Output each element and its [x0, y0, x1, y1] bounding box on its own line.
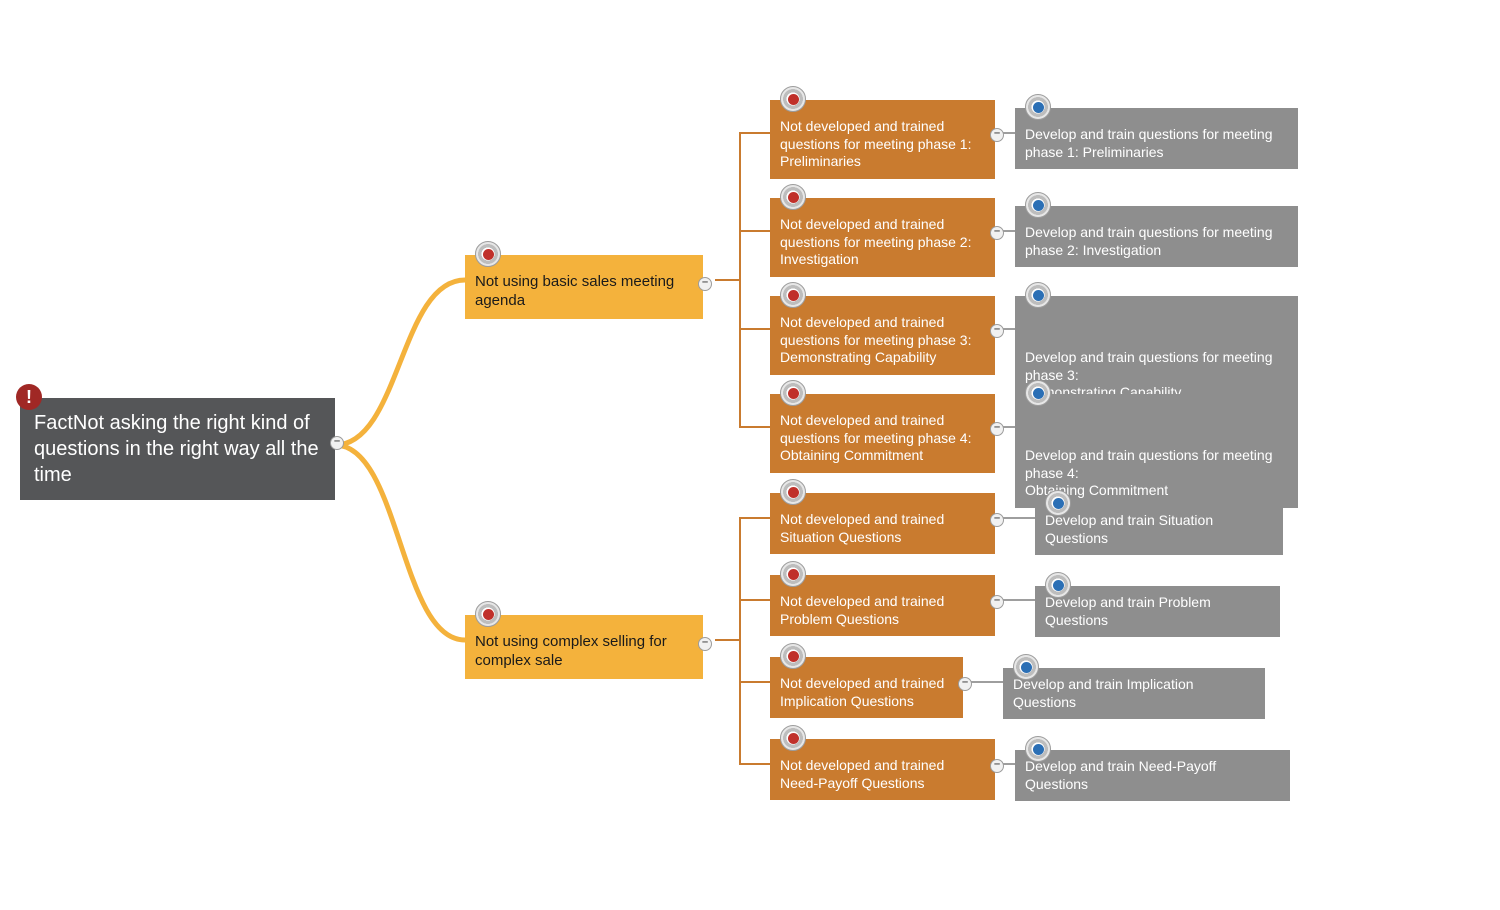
- collapse-toggle[interactable]: [990, 422, 1004, 436]
- leaf-label: Develop and train questions for meeting …: [1025, 224, 1272, 258]
- root-node[interactable]: ! FactNot asking the right kind of quest…: [20, 398, 335, 500]
- collapse-toggle[interactable]: [698, 277, 712, 291]
- subnode-label: Not developed and trained questions for …: [780, 216, 971, 267]
- blue-dot-icon: [1025, 94, 1051, 120]
- subnode[interactable]: Not developed and trained questions for …: [770, 100, 995, 179]
- branch-node-2[interactable]: Not using complex selling for complex sa…: [465, 615, 703, 679]
- leaf-label: Develop and train Need-Payoff Questions: [1025, 758, 1216, 792]
- leaf-label: Develop and train Implication Questions: [1013, 676, 1194, 710]
- root-label: FactNot asking the right kind of questio…: [34, 412, 319, 486]
- collapse-toggle[interactable]: [990, 128, 1004, 142]
- blue-dot-icon: [1025, 380, 1051, 406]
- collapse-toggle[interactable]: [990, 759, 1004, 773]
- branch-node-1[interactable]: Not using basic sales meeting agenda: [465, 255, 703, 319]
- red-dot-icon: [780, 479, 806, 505]
- collapse-toggle[interactable]: [990, 324, 1004, 338]
- red-dot-icon: [780, 282, 806, 308]
- subnode-label: Not developed and trained Implication Qu…: [780, 675, 944, 709]
- leaf-label: Develop and train questions for meeting …: [1025, 349, 1272, 400]
- blue-dot-icon: [1045, 490, 1071, 516]
- collapse-toggle[interactable]: [990, 513, 1004, 527]
- subnode-label: Not developed and trained questions for …: [780, 412, 971, 463]
- leaf-label: Develop and train Problem Questions: [1045, 594, 1211, 628]
- collapse-toggle[interactable]: [958, 677, 972, 691]
- collapse-toggle[interactable]: [990, 595, 1004, 609]
- blue-dot-icon: [1025, 282, 1051, 308]
- branch-1-label: Not using basic sales meeting agenda: [475, 273, 674, 309]
- leaf-label: Develop and train questions for meeting …: [1025, 126, 1272, 160]
- exclamation-icon: !: [16, 384, 42, 410]
- collapse-toggle[interactable]: [330, 436, 344, 450]
- blue-dot-icon: [1045, 572, 1071, 598]
- collapse-toggle[interactable]: [698, 637, 712, 651]
- collapse-toggle[interactable]: [990, 226, 1004, 240]
- subnode[interactable]: Not developed and trained Implication Qu…: [770, 657, 963, 718]
- blue-dot-icon: [1025, 736, 1051, 762]
- red-dot-icon: [780, 561, 806, 587]
- red-dot-icon: [780, 725, 806, 751]
- subnode-label: Not developed and trained questions for …: [780, 314, 971, 365]
- leaf-node[interactable]: Develop and train questions for meeting …: [1015, 108, 1298, 169]
- subnode-label: Not developed and trained questions for …: [780, 118, 971, 169]
- leaf-node[interactable]: Develop and train questions for meeting …: [1015, 296, 1298, 410]
- leaf-node[interactable]: Develop and train Need-Payoff Questions: [1015, 750, 1290, 801]
- red-dot-icon: [780, 86, 806, 112]
- subnode[interactable]: Not developed and trained Problem Questi…: [770, 575, 995, 636]
- blue-dot-icon: [1013, 654, 1039, 680]
- subnode[interactable]: Not developed and trained questions for …: [770, 198, 995, 277]
- subnode-label: Not developed and trained Need-Payoff Qu…: [780, 757, 944, 791]
- subnode[interactable]: Not developed and trained Situation Ques…: [770, 493, 995, 554]
- red-dot-icon: [780, 380, 806, 406]
- branch-2-label: Not using complex selling for complex sa…: [475, 633, 667, 669]
- red-dot-icon: [475, 241, 501, 267]
- leaf-node[interactable]: Develop and train Problem Questions: [1035, 586, 1280, 637]
- leaf-node[interactable]: Develop and train questions for meeting …: [1015, 206, 1298, 267]
- subnode[interactable]: Not developed and trained Need-Payoff Qu…: [770, 739, 995, 800]
- subnode-label: Not developed and trained Problem Questi…: [780, 593, 944, 627]
- red-dot-icon: [780, 643, 806, 669]
- subnode[interactable]: Not developed and trained questions for …: [770, 394, 995, 473]
- mindmap-canvas: ! FactNot asking the right kind of quest…: [0, 0, 1500, 910]
- blue-dot-icon: [1025, 192, 1051, 218]
- leaf-node[interactable]: Develop and train Implication Questions: [1003, 668, 1265, 719]
- leaf-label: Develop and train Situation Questions: [1045, 512, 1213, 546]
- subnode[interactable]: Not developed and trained questions for …: [770, 296, 995, 375]
- red-dot-icon: [475, 601, 501, 627]
- subnode-label: Not developed and trained Situation Ques…: [780, 511, 944, 545]
- leaf-node[interactable]: Develop and train Situation Questions: [1035, 504, 1283, 555]
- red-dot-icon: [780, 184, 806, 210]
